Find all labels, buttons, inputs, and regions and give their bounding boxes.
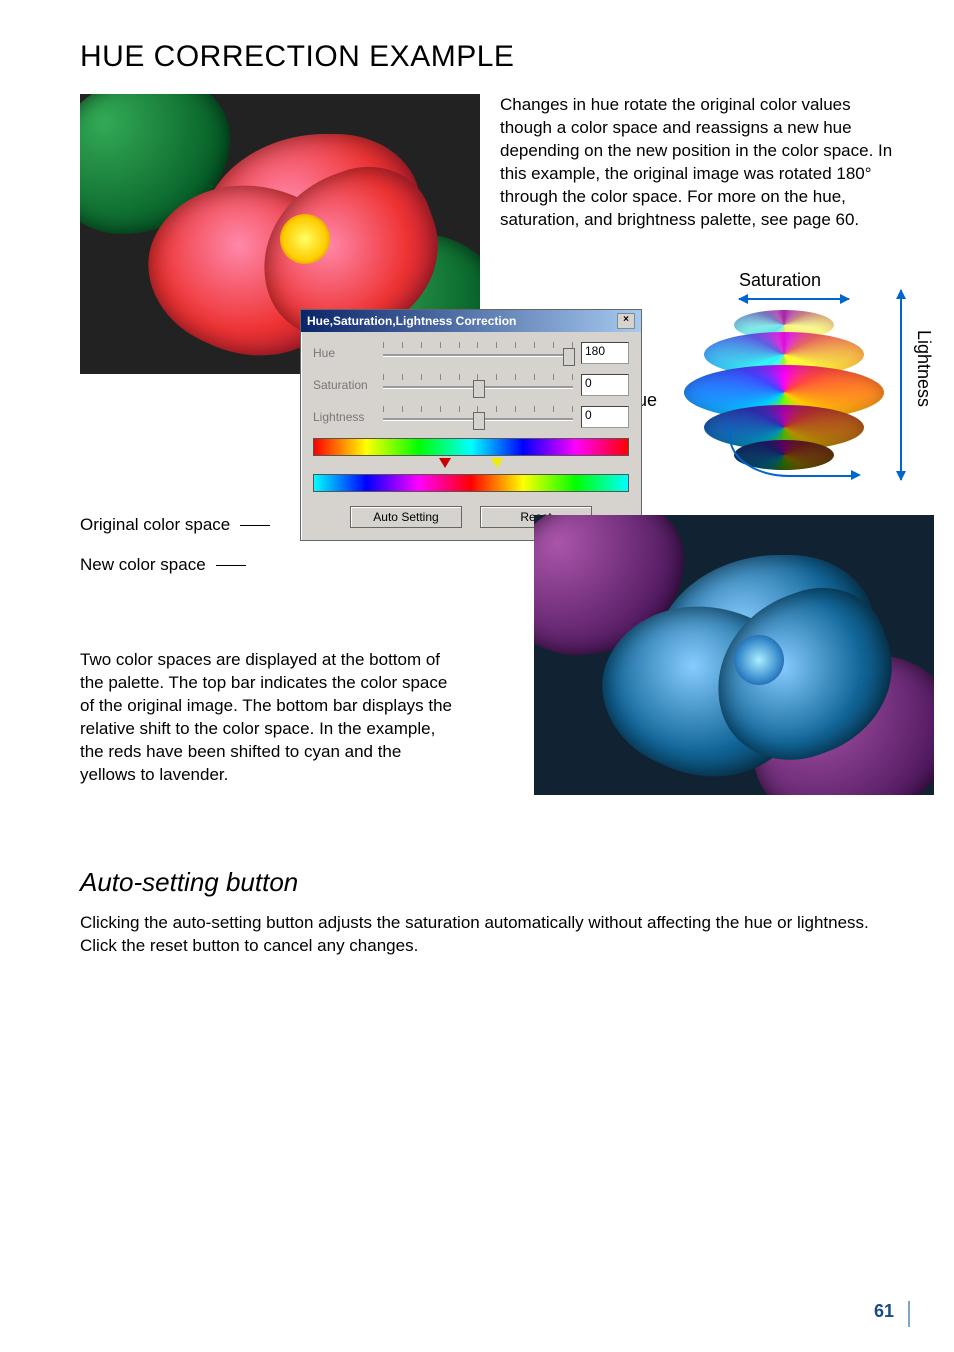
dialog-title: Hue,Saturation,Lightness Correction: [307, 314, 516, 328]
hsl-correction-dialog: Hue,Saturation,Lightness Correction × Hu…: [300, 309, 642, 541]
marker-yellow-icon: [491, 458, 503, 468]
original-color-space-bar: [313, 438, 629, 456]
color-space-explanation: Two color spaces are displayed at the bo…: [80, 649, 460, 787]
page-number: 61: [874, 1301, 894, 1322]
hue-arrow: [729, 425, 851, 477]
lightness-value[interactable]: 0: [581, 406, 629, 428]
lightness-slider-label: Lightness: [313, 410, 375, 424]
auto-setting-heading: Auto-setting button: [80, 867, 894, 898]
lightness-label: Lightness: [913, 330, 934, 407]
original-color-space-label: Original color space: [80, 514, 270, 536]
lightness-arrow: [900, 290, 902, 480]
auto-setting-paragraph: Clicking the auto-setting button adjusts…: [80, 912, 894, 958]
auto-setting-button[interactable]: Auto Setting: [350, 506, 462, 528]
new-color-space-bar: [313, 474, 629, 492]
saturation-arrow: [739, 298, 849, 300]
saturation-value[interactable]: 0: [581, 374, 629, 396]
saturation-label: Saturation: [739, 270, 821, 291]
page-title: HUE CORRECTION EXAMPLE: [80, 40, 894, 74]
hue-slider[interactable]: [383, 342, 573, 364]
hue-value[interactable]: 180: [581, 342, 629, 364]
shifted-image: [534, 515, 934, 795]
intro-paragraph: Changes in hue rotate the original color…: [500, 94, 894, 232]
lightness-slider[interactable]: [383, 406, 573, 428]
new-color-space-label: New color space: [80, 554, 270, 576]
hue-slider-label: Hue: [313, 346, 375, 360]
saturation-slider[interactable]: [383, 374, 573, 396]
saturation-slider-label: Saturation: [313, 378, 375, 392]
marker-red-icon: [439, 458, 451, 468]
close-icon[interactable]: ×: [617, 313, 635, 329]
